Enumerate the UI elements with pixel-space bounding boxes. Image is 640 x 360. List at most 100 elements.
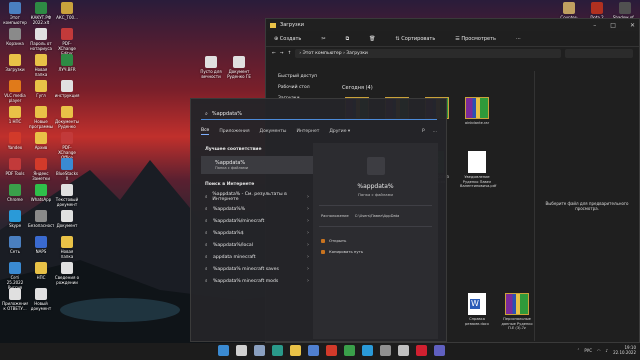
open-action[interactable]: Открыть bbox=[313, 235, 438, 246]
best-match-item[interactable]: %appdata% Папка с файлами bbox=[201, 156, 313, 174]
tab-apps[interactable]: Приложения bbox=[219, 129, 249, 134]
app2-icon[interactable] bbox=[434, 345, 445, 356]
web-result-item[interactable]: ⌕ %appdata%/local › bbox=[201, 239, 313, 251]
tab-more[interactable]: Другие ▾ bbox=[329, 129, 350, 134]
desktop-icon[interactable]: Chrome bbox=[2, 184, 28, 202]
desktop-icon[interactable]: АКС_Т00... bbox=[54, 2, 80, 20]
desktop-icon[interactable]: Гугл bbox=[28, 80, 54, 98]
cut-icon[interactable]: ✂ bbox=[321, 36, 325, 42]
back-icon[interactable]: ← bbox=[272, 51, 276, 56]
web-result-item[interactable]: ⌕ %appdata%% › bbox=[201, 203, 313, 215]
desktop-icon[interactable]: NAPS bbox=[28, 236, 54, 254]
desktop-icon[interactable]: НПС bbox=[28, 262, 54, 280]
file-item[interactable]: Уведомление Руденко Павел Валентиновича.… bbox=[460, 151, 496, 189]
desktop-icon[interactable]: ЛУЧ.BFR bbox=[54, 54, 80, 72]
desktop-icon[interactable]: Skype bbox=[2, 210, 28, 228]
more-icon[interactable]: ··· bbox=[516, 36, 521, 42]
tab-web[interactable]: Интернет bbox=[296, 129, 319, 134]
yandex-icon[interactable] bbox=[326, 345, 337, 356]
copy-path-action[interactable]: Копировать путь bbox=[313, 246, 438, 257]
desktop-icon[interactable]: Документ bbox=[54, 210, 80, 228]
start-icon[interactable] bbox=[218, 345, 229, 356]
desktop-icon[interactable]: Архив bbox=[28, 132, 54, 150]
nav-quick-access[interactable]: Быстрый доступ bbox=[266, 71, 336, 82]
desktop-icon[interactable]: Текстовый документ bbox=[54, 184, 80, 207]
clock[interactable]: 19:10 22.10.2022 bbox=[613, 345, 636, 355]
web-result-item[interactable]: ⌕ %appdata% minecraft saves › bbox=[201, 263, 313, 275]
search-icon: ⌕ bbox=[205, 231, 208, 236]
desktop-icon[interactable]: Новый документ bbox=[28, 288, 54, 311]
desktop-icon[interactable]: Сведения о рождении bbox=[54, 262, 80, 285]
app-icon[interactable] bbox=[398, 345, 409, 356]
desktop-icon[interactable]: Yandex bbox=[2, 132, 28, 150]
tab-all[interactable]: Все bbox=[201, 128, 210, 135]
options-button[interactable]: ... bbox=[433, 129, 437, 134]
web-result-item[interactable]: ⌕ appdata minecraft › bbox=[201, 251, 313, 263]
taskview-icon[interactable] bbox=[254, 345, 265, 356]
desktop-icon[interactable]: Пароль от нотариуса bbox=[28, 28, 54, 51]
settings-icon[interactable] bbox=[380, 345, 391, 356]
file-item[interactable]: Справка резюме.docx bbox=[460, 293, 494, 326]
desktop-icon[interactable]: Безопасность bbox=[28, 210, 54, 228]
web-result-item[interactable]: ⌕ %appdata%/minecraft › bbox=[201, 215, 313, 227]
file-item[interactable]: Персональные данные Руденко П.Е (3).7z bbox=[500, 293, 534, 331]
view-button[interactable]: ☰ Просмотреть bbox=[455, 36, 496, 42]
web-result-item[interactable]: ⌕ %appdata%$ › bbox=[201, 227, 313, 239]
chevron-up-icon[interactable]: ˄ bbox=[577, 348, 579, 353]
maximize-button[interactable]: □ bbox=[610, 22, 616, 29]
explorer-icon[interactable] bbox=[290, 345, 301, 356]
opera-icon[interactable] bbox=[416, 345, 427, 356]
address-bar[interactable]: › Этот компьютер › Загрузки bbox=[295, 48, 561, 58]
up-icon[interactable]: ↑ bbox=[288, 51, 292, 56]
chrome-icon[interactable] bbox=[344, 345, 355, 356]
tab-documents[interactable]: Документы bbox=[260, 129, 287, 134]
desktop-icon[interactable]: 1 НПС bbox=[2, 106, 28, 124]
desktop-icon[interactable]: PDF-XChange Editor bbox=[54, 28, 80, 56]
desktop-icon[interactable]: Новые программы bbox=[28, 106, 54, 129]
desktop-icon[interactable]: Сеть bbox=[2, 236, 28, 254]
desktop-icon[interactable]: Сеті 25.2022 Руссия bbox=[2, 262, 28, 290]
edge-icon[interactable] bbox=[272, 345, 283, 356]
language-indicator[interactable]: РУС bbox=[584, 348, 592, 353]
volume-icon[interactable]: ♪ bbox=[606, 348, 609, 353]
desktop-icon[interactable]: PDF Tools bbox=[2, 158, 28, 176]
desktop-icon[interactable]: PDF-XChange Office bbox=[54, 132, 80, 160]
forward-icon[interactable]: → bbox=[280, 51, 284, 56]
wifi-icon[interactable]: ◠ bbox=[597, 348, 601, 353]
telegram-icon[interactable] bbox=[362, 345, 373, 356]
sort-button[interactable]: ⇅ Сортировать bbox=[396, 36, 436, 42]
open-label: Открыть bbox=[329, 238, 347, 243]
desktop-icon[interactable]: Корзина bbox=[2, 28, 28, 46]
desktop-icon[interactable]: Пусто для вечности bbox=[198, 56, 224, 79]
search-icon[interactable] bbox=[236, 345, 247, 356]
file-item[interactable]: ainkdante.rar bbox=[460, 97, 494, 126]
web-result-item[interactable]: ⌕ %appdata% - См. результаты в Интернете › bbox=[201, 191, 313, 203]
explorer-search-input[interactable] bbox=[565, 48, 633, 58]
delete-icon[interactable]: 🗑 bbox=[369, 36, 375, 42]
desktop-icon[interactable]: Загрузки bbox=[2, 54, 28, 72]
store-icon[interactable] bbox=[308, 345, 319, 356]
web-result-item[interactable]: ⌕ %appdata% minecraft mods › bbox=[201, 275, 313, 287]
taskbar: ˄ РУС ◠ ♪ 19:10 22.10.2022 bbox=[0, 343, 640, 360]
create-button[interactable]: ⊕ Создать bbox=[274, 36, 301, 42]
desktop-icon[interactable]: Приложения к ОТВЕТУ... bbox=[2, 288, 28, 311]
minimize-button[interactable]: – bbox=[593, 22, 596, 29]
desktop-icon[interactable]: Документ Руденко ГЕ bbox=[226, 56, 252, 79]
desktop-icon-label: Сведения о рождении bbox=[54, 275, 80, 285]
desktop-icon-label: Документ Руденко ГЕ bbox=[227, 69, 251, 79]
copy-icon[interactable]: ⧉ bbox=[346, 36, 350, 42]
close-button[interactable]: ✕ bbox=[630, 22, 635, 29]
desktop-icon[interactable]: Документы Руденко bbox=[54, 106, 80, 129]
nav-desktop[interactable]: Рабочий стол bbox=[266, 82, 336, 93]
desktop-icon[interactable]: КАКУТ.РФ 2022.xlt bbox=[28, 2, 54, 25]
desktop-icon[interactable]: BlueStacks X bbox=[54, 158, 80, 181]
desktop-icon[interactable]: WhatsApp bbox=[28, 184, 54, 202]
desktop-icon[interactable]: Этот компьютер bbox=[2, 2, 28, 25]
desktop-icon[interactable]: Новая папка bbox=[28, 54, 54, 77]
desktop-icon[interactable]: инструкция bbox=[54, 80, 80, 98]
desktop-icon[interactable]: Новая папка bbox=[54, 236, 80, 259]
search-input[interactable]: ⌕ %appdata% bbox=[201, 109, 437, 120]
desktop-icon[interactable]: Яндекс Заметки bbox=[28, 158, 54, 181]
desktop-icon[interactable]: VLC media player bbox=[2, 80, 28, 103]
account-button[interactable]: P bbox=[422, 129, 425, 134]
